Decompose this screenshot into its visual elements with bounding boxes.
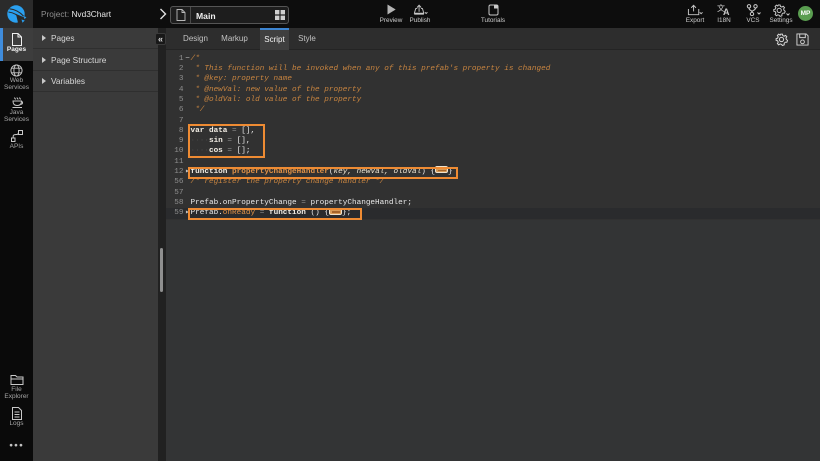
svg-text:A: A <box>723 7 730 16</box>
